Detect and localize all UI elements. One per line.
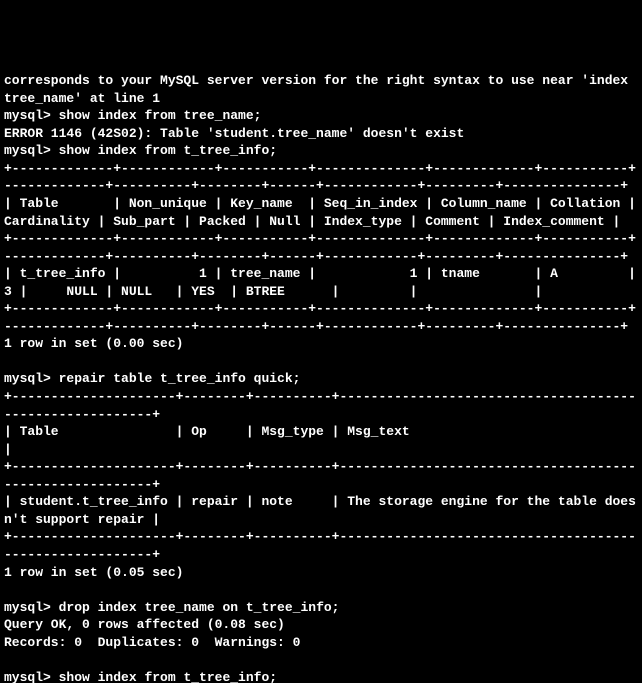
prompt-line-1: mysql> show index from tree_name; (4, 107, 638, 125)
repair-border-top: +---------------------+--------+--------… (4, 388, 638, 423)
drop-result-1: Query OK, 0 rows affected (0.08 sec) (4, 616, 638, 634)
prompt: mysql> (4, 371, 51, 386)
command-2: show index from t_tree_info; (59, 143, 277, 158)
prompt-line-5: mysql> show index from t_tree_info; (4, 669, 638, 683)
prompt: mysql> (4, 108, 51, 123)
mysql-terminal[interactable]: corresponds to your MySQL server version… (0, 70, 642, 683)
repair-border-bot: +---------------------+--------+--------… (4, 528, 638, 563)
index-border-mid: +-------------+------------+-----------+… (4, 230, 638, 265)
command-1: show index from tree_name; (59, 108, 262, 123)
index-border-top: +-------------+------------+-----------+… (4, 160, 638, 195)
repair-footer: 1 row in set (0.05 sec) (4, 564, 638, 582)
prompt-line-3: mysql> repair table t_tree_info quick; (4, 370, 638, 388)
blank (4, 353, 638, 371)
prompt-line-4: mysql> drop index tree_name on t_tree_in… (4, 599, 638, 617)
prompt: mysql> (4, 143, 51, 158)
index-footer: 1 row in set (0.00 sec) (4, 335, 638, 353)
prompt: mysql> (4, 670, 51, 683)
command-5: show index from t_tree_info; (59, 670, 277, 683)
command-3: repair table t_tree_info quick; (59, 371, 301, 386)
repair-header: | Table | Op | Msg_type | Msg_text | (4, 423, 638, 458)
repair-row: | student.t_tree_info | repair | note | … (4, 493, 638, 528)
intro-line: corresponds to your MySQL server version… (4, 72, 638, 107)
prompt-line-2: mysql> show index from t_tree_info; (4, 142, 638, 160)
index-header: | Table | Non_unique | Key_name | Seq_in… (4, 195, 638, 230)
command-4: drop index tree_name on t_tree_info; (59, 600, 340, 615)
error-1: ERROR 1146 (42S02): Table 'student.tree_… (4, 125, 638, 143)
prompt: mysql> (4, 600, 51, 615)
repair-border-mid: +---------------------+--------+--------… (4, 458, 638, 493)
drop-result-2: Records: 0 Duplicates: 0 Warnings: 0 (4, 634, 638, 652)
index-border-bot: +-------------+------------+-----------+… (4, 300, 638, 335)
index-row-1: | t_tree_info | 1 | tree_name | 1 | tnam… (4, 265, 638, 300)
blank (4, 651, 638, 669)
blank (4, 581, 638, 599)
